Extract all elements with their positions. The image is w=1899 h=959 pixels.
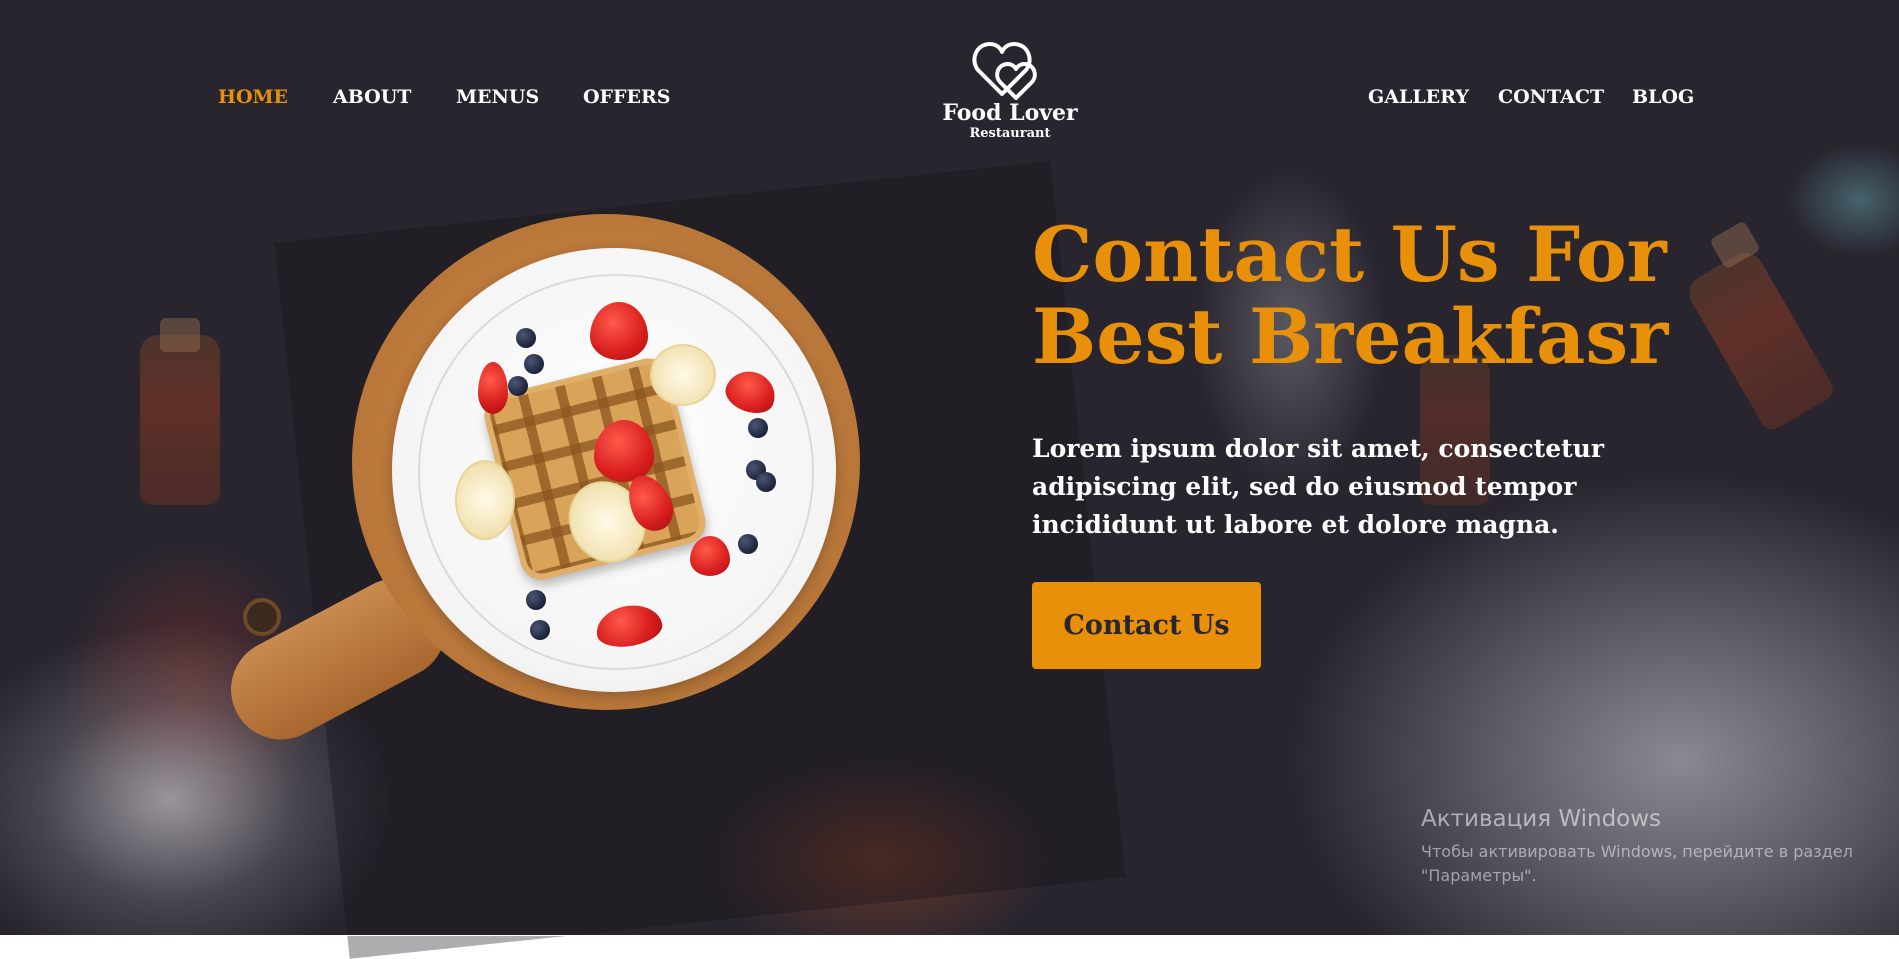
blueberry [748, 418, 768, 438]
blueberry [516, 328, 536, 348]
blueberry [530, 620, 550, 640]
contact-us-button[interactable]: Contact Us [1032, 582, 1261, 669]
background-bottle-cap-left [160, 318, 200, 352]
hero-title-line-1: Contact Us For [1032, 210, 1667, 299]
hero-title: Contact Us For Best Breakfasr [1032, 214, 1732, 378]
nav-blog[interactable]: BLOG [1632, 86, 1694, 108]
hero-title-line-2: Best Breakfasr [1032, 292, 1669, 381]
nav-home[interactable]: HOME [218, 86, 288, 108]
blueberry [508, 376, 528, 396]
cutting-board-hole [243, 598, 281, 636]
nav-menus[interactable]: MENUS [456, 86, 539, 108]
blueberry [756, 472, 776, 492]
nav-gallery[interactable]: GALLERY [1368, 86, 1469, 108]
nav-contact[interactable]: CONTACT [1498, 86, 1604, 108]
blueberry [526, 590, 546, 610]
hero-description: Lorem ipsum dolor sit amet, consectetur … [1032, 434, 1605, 539]
windows-activation-subtitle: Чтобы активировать Windows, перейдите в … [1421, 842, 1853, 885]
site-logo[interactable]: Food Lover Restaurant [930, 40, 1090, 160]
banana-slice [455, 460, 515, 540]
double-heart-icon [972, 42, 1037, 100]
nav-about[interactable]: ABOUT [333, 86, 411, 108]
banana-slice [650, 344, 716, 406]
background-spice-bottle-left [140, 335, 220, 505]
blueberry [738, 534, 758, 554]
strawberry [690, 536, 730, 576]
logo-name: Food Lover [942, 100, 1078, 126]
logo-subtitle: Restaurant [969, 126, 1051, 141]
windows-activation-title: Активация Windows [1421, 806, 1662, 832]
nav-offers[interactable]: OFFERS [583, 86, 671, 108]
blueberry [524, 354, 544, 374]
